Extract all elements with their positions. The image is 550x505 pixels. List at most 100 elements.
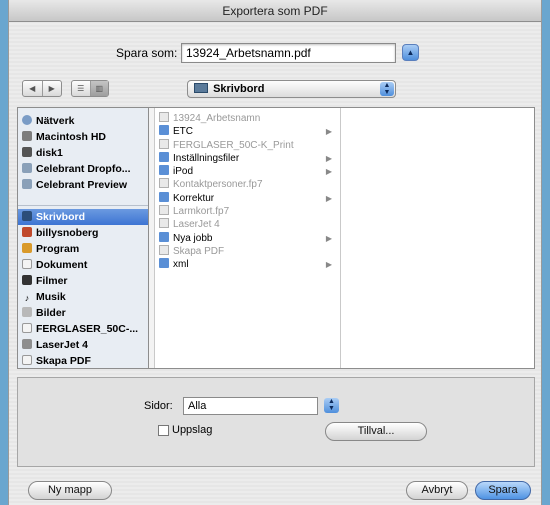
sidebar-item-label: Macintosh HD — [36, 131, 107, 143]
new-folder-button[interactable]: Ny mapp — [28, 481, 112, 500]
pages-popup-button[interactable]: ▲ ▼ — [324, 398, 339, 413]
document-icon — [159, 112, 169, 122]
save-button[interactable]: Spara — [475, 481, 531, 500]
file-name: ETC — [173, 126, 193, 138]
sidebar-item-billysnoberg[interactable]: billysnoberg — [18, 225, 148, 241]
sidebar-item-label: Filmer — [36, 275, 68, 287]
sidebar-item-dokument[interactable]: Dokument — [18, 257, 148, 273]
sidebar-item-laserjet-4[interactable]: LaserJet 4 — [18, 337, 148, 353]
sidebar-item-label: Musik — [36, 291, 66, 303]
pictures-icon — [22, 307, 32, 317]
folder-icon — [159, 258, 169, 269]
export-dialog: Exportera som PDF Spara som: ▲ ◀ ▶ ☰ ▥ S… — [8, 0, 542, 505]
document-icon — [22, 323, 32, 333]
file-name: FERGLASER_50C-K_Print — [173, 139, 294, 151]
pdf-options-panel: Sidor: ▲▼ Uppslag Tillval... — [17, 377, 535, 467]
document-icon — [159, 138, 169, 149]
list-item[interactable]: Larmkort.fp7 — [155, 205, 340, 218]
document-icon — [159, 205, 169, 216]
sidebar-item-skrivbord[interactable]: Skrivbord — [18, 209, 148, 225]
forward-button[interactable]: ▶ — [41, 81, 62, 96]
list-item[interactable]: iPod ▶ — [155, 165, 340, 178]
sidebar-item-skapa-pdf[interactable]: Skapa PDF — [18, 353, 148, 369]
sidebar-item-label: Bilder — [36, 307, 66, 319]
list-item[interactable]: Inställningsfiler ▶ — [155, 151, 340, 165]
cancel-button[interactable]: Avbryt — [406, 481, 468, 500]
sidebar-item-ferglaser[interactable]: FERGLASER_50C-... — [18, 321, 148, 337]
back-arrow-icon: ◀ — [29, 84, 36, 93]
spread-checkbox[interactable] — [158, 424, 169, 436]
printer-icon — [159, 218, 169, 229]
file-name: iPod — [173, 166, 194, 178]
sidebar-item-label: Dokument — [36, 259, 88, 271]
location-popup[interactable]: Skrivbord ▲ ▼ — [187, 80, 396, 98]
file-name: 13924_Arbetsnamn — [173, 113, 261, 124]
sidebar-item-natverk[interactable]: Nätverk — [18, 113, 148, 129]
options-button[interactable]: Tillval... — [325, 422, 427, 441]
sidebar-item-celebrant-dropfolder[interactable]: Celebrant Dropfo... — [18, 161, 148, 177]
save-as-row: Spara som: ▲ — [9, 43, 541, 65]
sidebar-item-label: Skapa PDF — [36, 355, 91, 367]
sidebar-item-label: LaserJet 4 — [36, 339, 88, 351]
sidebar-divider — [18, 205, 148, 206]
sidebar-item-program[interactable]: Program — [18, 241, 148, 257]
list-item[interactable]: Korrektur ▶ — [155, 191, 340, 205]
disk-icon — [22, 147, 32, 157]
sidebar-item-filmer[interactable]: Filmer — [18, 273, 148, 289]
file-name: Larmkort.fp7 — [173, 206, 230, 218]
globe-icon — [22, 115, 32, 125]
sidebar-item-macintosh-hd[interactable]: Macintosh HD — [18, 129, 148, 145]
updown-arrows-icon: ▲ ▼ — [328, 398, 335, 412]
forward-arrow-icon: ▶ — [48, 84, 55, 93]
sidebar-item-label: Program — [36, 243, 80, 255]
list-item[interactable]: Kontaktpersoner.fp7 — [155, 178, 340, 191]
folder-icon — [159, 165, 169, 176]
desktop-icon — [194, 83, 208, 93]
list-item[interactable]: Skapa PDF — [155, 244, 340, 258]
file-column-desktop: 13924_Arbetsnamn ETC ▶ FERGLASER_50C-K_Pr… — [155, 108, 341, 368]
list-item[interactable]: ETC ▶ — [155, 125, 340, 138]
list-view-icon: ☰ — [77, 84, 85, 93]
network-drive-icon — [22, 179, 32, 189]
sidebar-item-label: disk1 — [36, 147, 63, 159]
sidebar-item-label: Celebrant Dropfo... — [36, 163, 131, 175]
disclosure-arrow-icon: ▶ — [325, 167, 332, 177]
filename-input[interactable] — [181, 43, 396, 63]
sidebar-item-musik[interactable]: ♪ Musik — [18, 289, 148, 305]
sidebar-item-celebrant-preview[interactable]: Celebrant Preview — [18, 177, 148, 193]
sidebar-item-label: FERGLASER_50C-... — [36, 323, 139, 335]
list-item[interactable]: 13924_Arbetsnamn — [155, 112, 340, 125]
file-column-empty — [341, 108, 535, 368]
pages-field[interactable] — [183, 397, 318, 415]
spread-label: Uppslag — [172, 424, 213, 436]
sidebar-item-label: Skrivbord — [36, 211, 86, 223]
folder-icon — [159, 151, 169, 162]
location-label: Skrivbord — [213, 83, 265, 95]
file-name: Inställningsfiler — [173, 152, 240, 164]
sidebar-item-bilder[interactable]: Bilder — [18, 305, 148, 321]
column-view-icon: ▥ — [95, 84, 104, 93]
file-browser: Nätverk Macintosh HD disk1 Celebrant Dro… — [17, 107, 535, 369]
column-view-button[interactable]: ▥ — [89, 81, 108, 96]
spread-option[interactable]: Uppslag — [158, 424, 212, 436]
disclosure-arrow-icon: ▶ — [325, 260, 332, 270]
file-name: Nya jobb — [173, 232, 213, 244]
view-switcher: ☰ ▥ — [71, 80, 109, 97]
pages-label: Sidor: — [144, 400, 173, 412]
documents-icon — [22, 259, 32, 269]
list-item[interactable]: Nya jobb ▶ — [155, 231, 340, 245]
list-view-button[interactable]: ☰ — [72, 81, 90, 96]
updown-arrows-icon: ▲ ▼ — [380, 82, 394, 96]
sidebar-item-disk1[interactable]: disk1 — [18, 145, 148, 161]
collapse-browser-button[interactable]: ▲ — [402, 44, 419, 61]
disclosure-arrow-icon: ▶ — [325, 127, 332, 137]
sidebar: Nätverk Macintosh HD disk1 Celebrant Dro… — [18, 108, 149, 368]
list-item[interactable]: FERGLASER_50C-K_Print — [155, 138, 340, 152]
list-item[interactable]: LaserJet 4 — [155, 218, 340, 231]
history-nav: ◀ ▶ — [22, 80, 62, 97]
document-icon — [159, 178, 169, 189]
list-item[interactable]: xml ▶ — [155, 258, 340, 271]
back-button[interactable]: ◀ — [23, 81, 42, 96]
save-as-label: Spara som: — [116, 46, 178, 60]
sidebar-item-label: Nätverk — [36, 115, 75, 127]
